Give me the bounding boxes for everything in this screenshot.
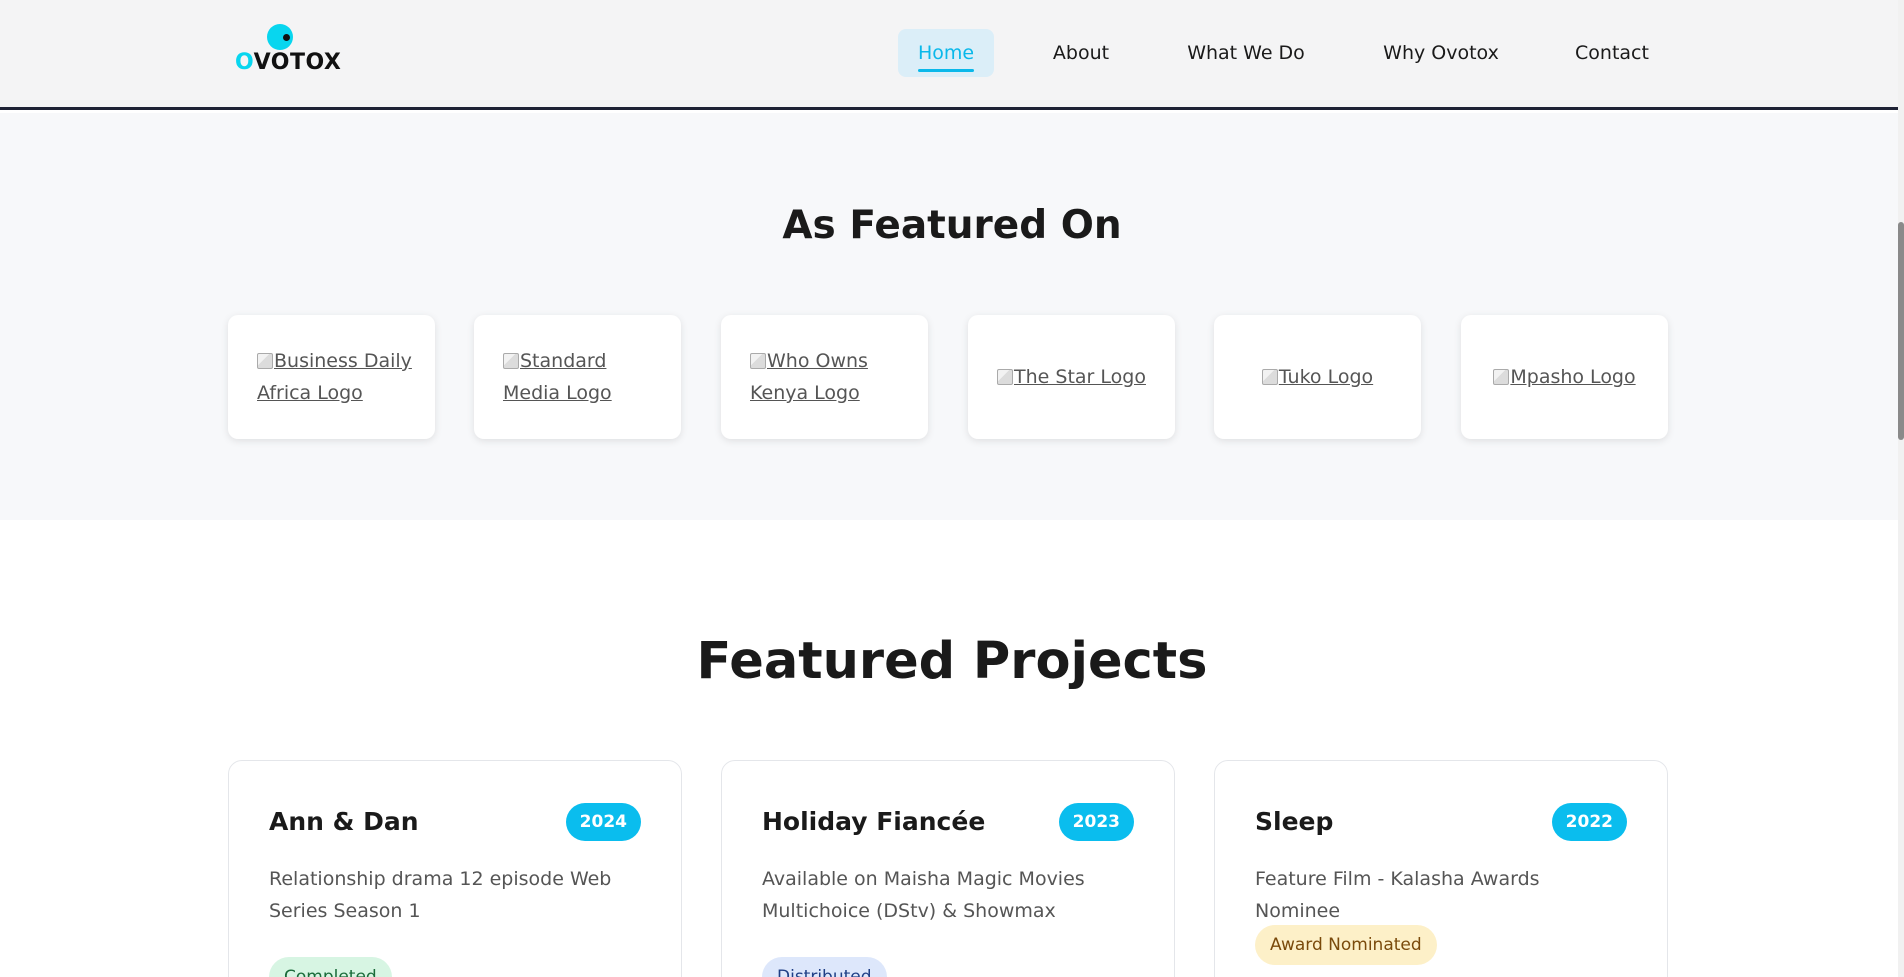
project-name: Holiday Fiancée: [762, 807, 986, 836]
media-logo-card[interactable]: Mpasho Logo: [1461, 315, 1668, 439]
media-logo-broken-image[interactable]: Tuko Logo: [1214, 315, 1421, 439]
project-name: Ann & Dan: [269, 807, 419, 836]
broken-image-icon: [997, 369, 1014, 385]
broken-image-icon: [503, 353, 519, 369]
project-card[interactable]: Holiday Fiancée 2023 Available on Maisha…: [721, 760, 1175, 977]
status-badge: Distributed: [762, 957, 887, 977]
media-logo-broken-image[interactable]: Business Daily Africa Logo: [257, 315, 417, 439]
nav-item-why-ovotox[interactable]: Why Ovotox: [1366, 29, 1516, 77]
featured-on-section: As Featured On Business Daily Africa Log…: [0, 113, 1904, 520]
media-logo-card[interactable]: Tuko Logo: [1214, 315, 1421, 439]
year-badge: 2022: [1551, 803, 1627, 841]
broken-image-icon: [1261, 369, 1278, 385]
scrollbar-thumb[interactable]: [1898, 222, 1904, 440]
media-logo-broken-image[interactable]: Mpasho Logo: [1461, 315, 1668, 439]
media-logo-card[interactable]: Standard Media Logo: [474, 315, 681, 439]
media-logo-broken-image[interactable]: Who Owns Kenya Logo: [750, 315, 910, 439]
project-description: Feature Film - Kalasha Awards Nominee: [1255, 868, 1540, 922]
featured-on-title: As Featured On: [782, 203, 1122, 248]
year-badge: 2023: [1058, 803, 1134, 841]
media-logo-card[interactable]: Business Daily Africa Logo: [228, 315, 435, 439]
broken-image-icon: [750, 353, 766, 369]
status-badge: Award Nominated: [1255, 925, 1437, 965]
nav-item-what-we-do[interactable]: What We Do: [1176, 29, 1316, 77]
broken-image-icon: [1493, 369, 1510, 385]
project-description: Relationship drama 12 episode Web Series…: [269, 868, 612, 922]
nav-item-about[interactable]: About: [1030, 29, 1132, 77]
project-description: Available on Maisha Magic Movies Multich…: [762, 868, 1085, 922]
year-badge: 2024: [565, 803, 641, 841]
page-scrollbar[interactable]: [1898, 0, 1904, 977]
media-logo-card[interactable]: The Star Logo: [968, 315, 1175, 439]
broken-image-icon: [257, 353, 273, 369]
nav-item-contact[interactable]: Contact: [1560, 29, 1664, 77]
media-logo-card[interactable]: Who Owns Kenya Logo: [721, 315, 928, 439]
media-logo-broken-image[interactable]: The Star Logo: [968, 315, 1175, 439]
status-badge: Completed: [269, 957, 392, 977]
project-name: Sleep: [1255, 807, 1334, 836]
main-nav: Home About What We Do Why Ovotox Contact: [0, 29, 1904, 77]
site-header: OVOTOX Home About What We Do Why Ovotox …: [0, 0, 1904, 110]
project-card[interactable]: Ann & Dan 2024 Relationship drama 12 epi…: [228, 760, 682, 977]
nav-item-home[interactable]: Home: [898, 29, 994, 77]
featured-projects-title: Featured Projects: [696, 632, 1208, 691]
media-logo-broken-image[interactable]: Standard Media Logo: [503, 315, 663, 439]
project-card[interactable]: Sleep 2022 Feature Film - Kalasha Awards…: [1214, 760, 1668, 977]
